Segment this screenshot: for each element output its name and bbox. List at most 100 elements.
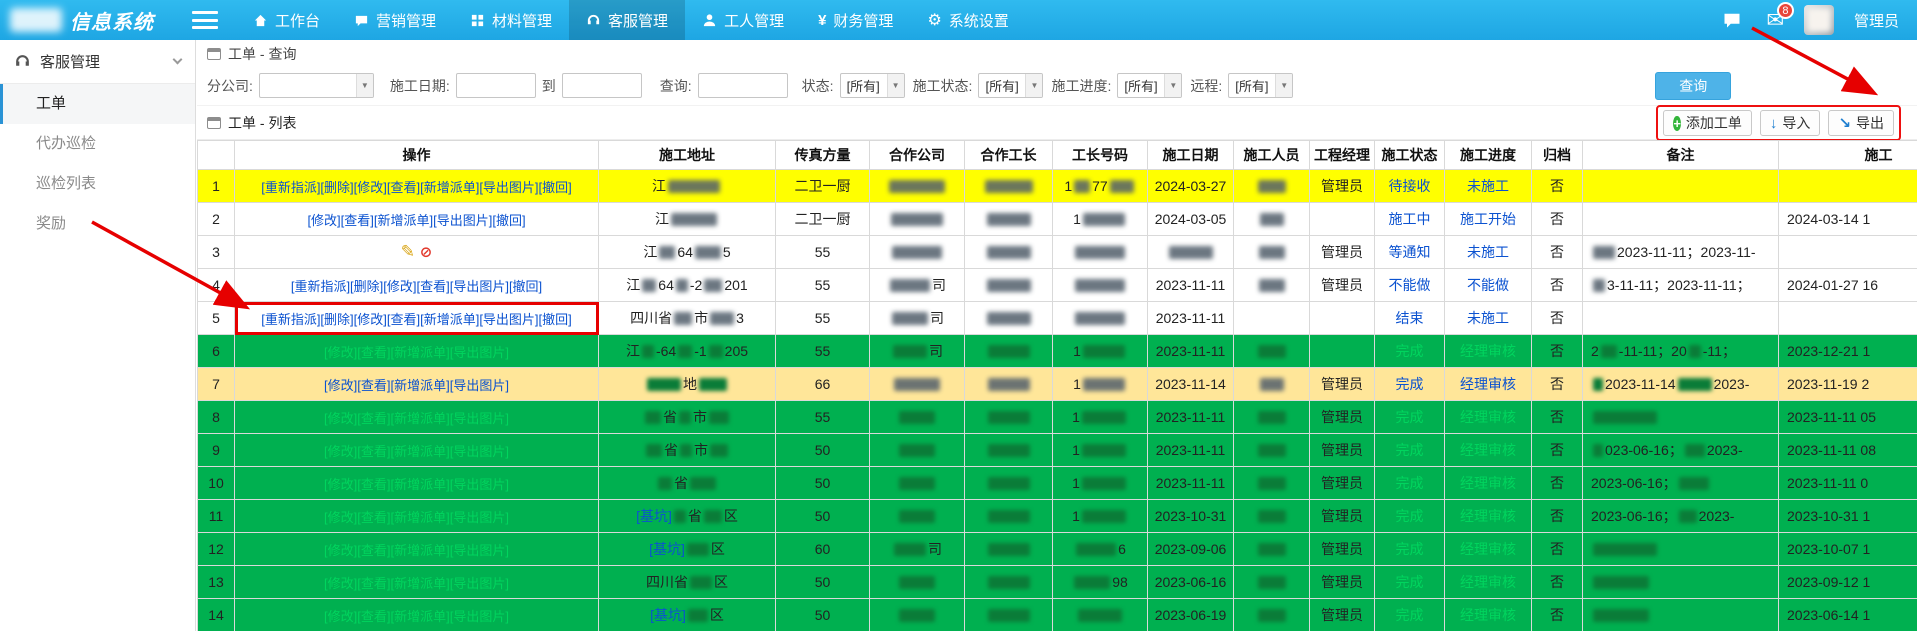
op-link[interactable]: [修改][查看][新增派单][导出图片] [324, 444, 509, 459]
op-link[interactable]: 经理审核 [1460, 607, 1516, 623]
search-input[interactable] [697, 73, 788, 98]
logo-image-redacted [10, 8, 62, 32]
row-number: 1 [197, 169, 235, 203]
cell-text: 2023- [1713, 376, 1750, 392]
op-link[interactable]: [修改][查看][新增派单][导出图片] [324, 609, 509, 624]
op-link[interactable]: [修改][查看][新增派单][导出图片] [324, 345, 509, 360]
date-to-input[interactable] [561, 73, 642, 98]
company-select[interactable]: ▼ [258, 73, 374, 98]
extra-cell: 2023-10-07 1 [1778, 532, 1917, 566]
work-status-select[interactable]: [所有] ▼ [978, 73, 1044, 98]
op-link[interactable]: [修改][查看][新增派单][导出图片][撤回] [307, 213, 525, 228]
row-number: 9 [197, 433, 235, 467]
nav-item-finance[interactable]: ¥ 财务管理 [801, 0, 910, 40]
company-cell [869, 235, 965, 269]
op-link[interactable]: 完成 [1396, 409, 1424, 425]
sidebar-item-work-orders[interactable]: 工单 [0, 84, 195, 124]
cell-text: 2023-10-07 1 [1787, 541, 1871, 557]
query-button[interactable]: 查询 [1655, 71, 1732, 100]
op-link[interactable]: [基坑] [636, 508, 672, 524]
op-link[interactable]: 经理审核 [1460, 409, 1516, 425]
row-number: 3 [197, 235, 235, 269]
op-link[interactable]: ✎ [401, 242, 420, 261]
headset-icon [16, 55, 29, 66]
op-link[interactable]: [修改][查看][新增派单][导出图片] [324, 576, 509, 591]
import-button[interactable]: ↓ 导入 [1759, 109, 1821, 136]
user-name[interactable]: 管理员 [1854, 10, 1899, 31]
col-header: 操作 [234, 140, 599, 170]
op-link[interactable]: [重新指派][删除][修改][查看][新增派单][导出图片][撤回] [261, 312, 572, 327]
sidebar-item-inspection-list[interactable]: 巡检列表 [0, 164, 195, 204]
extra-cell [1778, 235, 1917, 269]
op-link[interactable]: 完成 [1396, 475, 1424, 491]
op-link[interactable]: 经理审核 [1460, 442, 1516, 458]
work-progress-select[interactable]: [所有] ▼ [1117, 73, 1183, 98]
export-button[interactable]: ↘ 导出 [1828, 109, 1894, 136]
remark-cell [1582, 202, 1779, 236]
add-order-button[interactable]: + 添加工单 [1663, 109, 1752, 136]
col-header: 传真方量 [775, 140, 870, 170]
nav-item-customer-service[interactable]: 客服管理 [569, 0, 686, 40]
op-link[interactable]: 完成 [1396, 442, 1424, 458]
list-toolbar: + 添加工单 ↓ 导入 ↘ 导出 [1656, 104, 1901, 141]
cell-text: 否 [1550, 607, 1564, 623]
op-link[interactable]: ⊘ [420, 244, 433, 261]
cell-text: 管理员 [1321, 442, 1363, 458]
op-link[interactable]: [基坑] [650, 607, 686, 623]
op-link[interactable]: [重新指派][删除][修改][查看][导出图片][撤回] [291, 279, 542, 294]
op-link[interactable]: 完成 [1396, 508, 1424, 524]
cell-text: 3-11-11；2023-11-11； [1607, 277, 1751, 293]
nav-item-workers[interactable]: 工人管理 [685, 0, 801, 40]
home-icon [253, 13, 268, 28]
message-bubble-icon[interactable] [1718, 6, 1746, 34]
op-link[interactable]: [基坑] [649, 541, 685, 557]
address-cell: 江 64 5 [598, 235, 776, 269]
op-link[interactable]: 完成 [1396, 343, 1424, 359]
redacted-text [1075, 279, 1125, 292]
date-cell: 2023-10-31 [1147, 499, 1234, 533]
phone-cell: 1 [1052, 466, 1148, 500]
op-link[interactable]: 经理审核 [1460, 508, 1516, 524]
sidebar-section-customer-service[interactable]: 客服管理 [0, 40, 195, 84]
op-link[interactable]: [修改][查看][新增派单][导出图片] [324, 543, 509, 558]
manager-cell: 管理员 [1309, 499, 1375, 533]
archive-cell: 否 [1531, 334, 1583, 368]
op-link[interactable]: [修改][查看][新增派单][导出图片] [324, 510, 509, 525]
mail-icon[interactable]: ✉ 8 [1766, 1, 1794, 31]
redacted-text [686, 543, 709, 556]
nav-item-settings[interactable]: ⚙ 系统设置 [910, 0, 1025, 40]
cell-text: 2023-11-11 0 [1787, 475, 1869, 491]
op-link[interactable]: 经理审核 [1460, 343, 1516, 359]
nav-item-marketing[interactable]: 营销管理 [337, 0, 453, 40]
cell-text: 区 [723, 508, 738, 524]
phone-cell: 1 [1052, 400, 1148, 434]
status-select[interactable]: [所有] ▼ [839, 73, 905, 98]
cell-text: 否 [1550, 409, 1564, 425]
op-link[interactable]: 完成 [1396, 541, 1424, 557]
manager-cell: 管理员 [1309, 433, 1375, 467]
op-link[interactable]: 经理审核 [1460, 475, 1516, 491]
redacted-text [710, 312, 735, 325]
company-cell [869, 565, 965, 599]
sidebar-item-rewards[interactable]: 奖励 [0, 204, 195, 244]
nav-item-materials[interactable]: 材料管理 [453, 0, 569, 40]
op-link[interactable]: [修改][查看][新增派单][导出图片] [324, 477, 509, 492]
workers-cell [1233, 400, 1310, 434]
hamburger-menu-icon[interactable] [192, 11, 218, 29]
user-avatar[interactable] [1803, 5, 1834, 35]
remote-select[interactable]: [所有] ▼ [1228, 73, 1294, 98]
nav-item-workbench[interactable]: 工作台 [236, 0, 337, 40]
op-link[interactable]: [修改][查看][新增派单][导出图片] [324, 411, 509, 426]
op-link[interactable]: 完成 [1396, 607, 1424, 623]
op-link[interactable]: [重新指派][删除][修改][查看][新增派单][导出图片][撤回] [261, 180, 572, 195]
op-link[interactable]: 完成 [1396, 574, 1424, 590]
op-link[interactable]: 经理审核 [1460, 574, 1516, 590]
remark-cell [1582, 301, 1779, 335]
date-from-input[interactable] [455, 73, 536, 98]
phone-cell: 1 [1052, 433, 1148, 467]
redacted-text [1076, 543, 1117, 556]
op-link[interactable]: [修改][查看][新增派单][导出图片] [324, 378, 509, 393]
col-header: 施工状态 [1374, 140, 1445, 170]
op-link[interactable]: 经理审核 [1460, 541, 1516, 557]
sidebar-item-pending-inspection[interactable]: 代办巡检 [0, 124, 195, 164]
